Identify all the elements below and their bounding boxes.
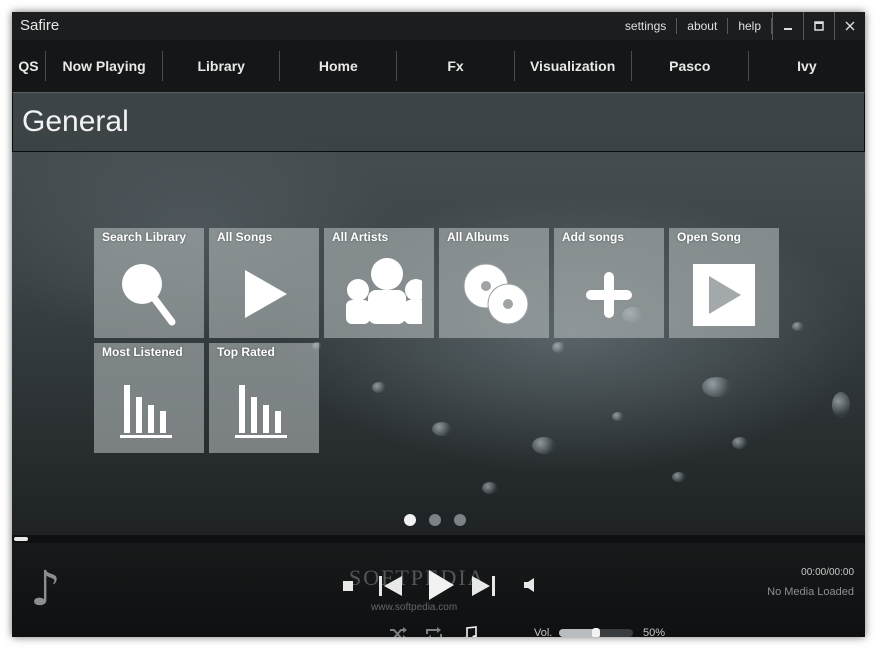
nav-library[interactable]: Library [163,51,281,81]
tile-label: All Artists [332,230,389,244]
nav-qs[interactable]: QS [12,51,46,81]
tile-all-songs[interactable]: All Songs [209,228,319,338]
tile-label: Top Rated [217,345,275,359]
tile-most-listened[interactable]: Most Listened [94,343,204,453]
tile-search-library[interactable]: Search Library [94,228,204,338]
tile-label: Most Listened [102,345,183,359]
next-icon[interactable] [470,574,496,598]
tile-open-song[interactable]: Open Song [669,228,779,338]
music-note-icon: ♪ [30,561,61,617]
media-status: No Media Loaded [767,586,854,598]
time-display: 00:00/00:00 [801,567,854,578]
open-play-icon [693,264,755,326]
seek-bar[interactable] [12,535,865,543]
volume-fill [559,629,596,637]
volume-label: Vol. [534,627,553,637]
close-button[interactable] [834,12,865,40]
search-icon [122,264,176,326]
minimize-button[interactable] [772,12,803,40]
volume-thumb[interactable] [592,628,600,637]
bar-chart-icon [120,385,172,438]
playback-modes [389,626,479,637]
play-icon [245,270,287,318]
tile-add-songs[interactable]: Add songs [554,228,664,338]
player-bar: ♪ SOFTPEDIA www.softpedia.com 00:00/00:0… [12,543,865,637]
stop-icon[interactable] [342,580,354,592]
maximize-button[interactable] [803,12,834,40]
nav-pasco[interactable]: Pasco [632,51,749,81]
section-header: General [12,92,865,152]
previous-icon[interactable] [378,574,404,598]
play-icon[interactable] [426,568,456,602]
about-link[interactable]: about [677,18,729,34]
page-dot-3[interactable] [454,514,466,526]
tile-grid: Search Library All Songs All Artists All… [94,228,784,458]
title-links: settings about help [615,12,865,40]
bar-chart-icon [235,385,287,438]
seek-thumb[interactable] [14,537,28,541]
tile-top-rated[interactable]: Top Rated [209,343,319,453]
volume-slider[interactable] [559,628,633,637]
people-icon [346,258,422,324]
minimize-icon [784,28,792,30]
nav-home[interactable]: Home [280,51,398,81]
tile-label: Open Song [677,230,741,244]
repeat-icon[interactable] [425,626,443,637]
tile-all-artists[interactable]: All Artists [324,228,434,338]
tile-label: All Albums [447,230,510,244]
discs-icon [463,263,529,325]
app-window: Safire settings about help QS Now Playin… [12,12,865,637]
nav-ivy[interactable]: Ivy [749,51,865,81]
page-indicator [404,514,466,526]
playback-controls [342,566,542,606]
tile-all-albums[interactable]: All Albums [439,228,549,338]
close-icon [845,21,855,31]
shuffle-icon[interactable] [389,626,407,637]
nav-visualization[interactable]: Visualization [515,51,632,81]
tile-label: Search Library [102,230,187,244]
tile-label: All Songs [217,230,273,244]
nav-fx[interactable]: Fx [397,51,515,81]
page-dot-2[interactable] [429,514,441,526]
tile-label: Add songs [562,230,624,244]
volume-value: 50% [643,627,666,637]
help-link[interactable]: help [728,18,772,34]
maximize-icon [814,21,824,31]
volume-icon[interactable] [522,577,536,593]
music-note-icon[interactable] [461,626,479,637]
app-title: Safire [20,17,60,34]
page-title: General [22,105,129,138]
title-bar: Safire settings about help [12,12,865,40]
nav-now-playing[interactable]: Now Playing [46,51,164,81]
settings-link[interactable]: settings [615,18,678,34]
page-dot-1[interactable] [404,514,416,526]
main-nav: QS Now Playing Library Home Fx Visualiza… [12,40,865,92]
plus-icon [586,272,632,318]
